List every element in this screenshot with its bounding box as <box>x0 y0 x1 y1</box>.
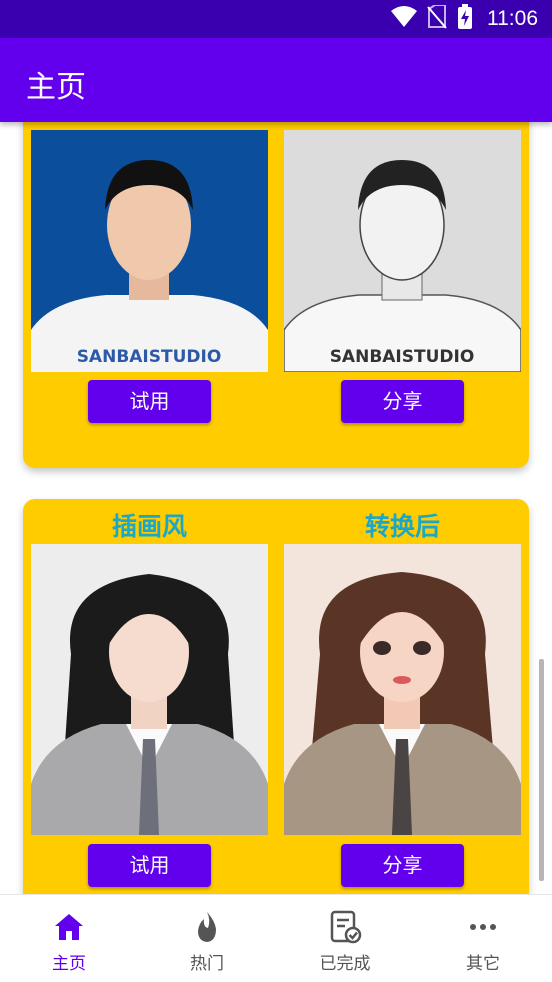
bottom-navigation: 主页 热门 已完成 其它 <box>0 894 552 981</box>
nav-label: 主页 <box>52 954 86 974</box>
fire-icon <box>189 909 225 945</box>
wifi-icon <box>391 6 417 32</box>
nav-item-home[interactable]: 主页 <box>0 895 138 982</box>
nav-item-other[interactable]: 其它 <box>414 895 552 982</box>
home-icon <box>51 909 87 945</box>
result-label: 转换后 <box>364 512 440 541</box>
completed-document-icon <box>327 909 363 945</box>
scrollbar[interactable] <box>539 659 544 881</box>
share-button[interactable]: 分享 <box>341 380 464 423</box>
original-photo: SANBAISTUDIO <box>31 130 268 372</box>
more-dots-icon <box>465 909 501 945</box>
style-label: 插画风 <box>111 512 187 541</box>
nav-item-hot[interactable]: 热门 <box>138 895 276 982</box>
share-button[interactable]: 分享 <box>341 844 464 887</box>
status-bar: 11:06 <box>0 0 552 38</box>
status-time: 11:06 <box>487 7 538 30</box>
app-bar: 主页 <box>0 38 552 122</box>
converted-photo: SANBAISTUDIO <box>284 130 521 372</box>
try-button[interactable]: 试用 <box>88 380 211 423</box>
nav-label: 热门 <box>190 954 224 974</box>
page-title: 主页 <box>26 70 86 105</box>
style-card-illustration: 插画风 转换后 试用 分享 <box>23 499 529 894</box>
try-button[interactable]: 试用 <box>88 844 211 887</box>
nav-item-completed[interactable]: 已完成 <box>276 895 414 982</box>
no-sim-icon <box>427 4 447 33</box>
svg-text:SANBAISTUDIO: SANBAISTUDIO <box>77 347 222 367</box>
nav-label: 已完成 <box>319 954 371 974</box>
converted-photo <box>284 544 521 835</box>
original-photo <box>31 544 268 835</box>
battery-charging-icon <box>457 4 473 34</box>
nav-label: 其它 <box>466 954 500 974</box>
svg-text:SANBAISTUDIO: SANBAISTUDIO <box>330 347 475 367</box>
content-scroll-area[interactable]: SANBAISTUDIO SANBAISTUDIO 试用 分享 插画风 转换后 <box>0 122 552 894</box>
style-card-sketch: SANBAISTUDIO SANBAISTUDIO 试用 分享 <box>23 122 529 468</box>
status-icons: 11:06 <box>391 4 538 34</box>
